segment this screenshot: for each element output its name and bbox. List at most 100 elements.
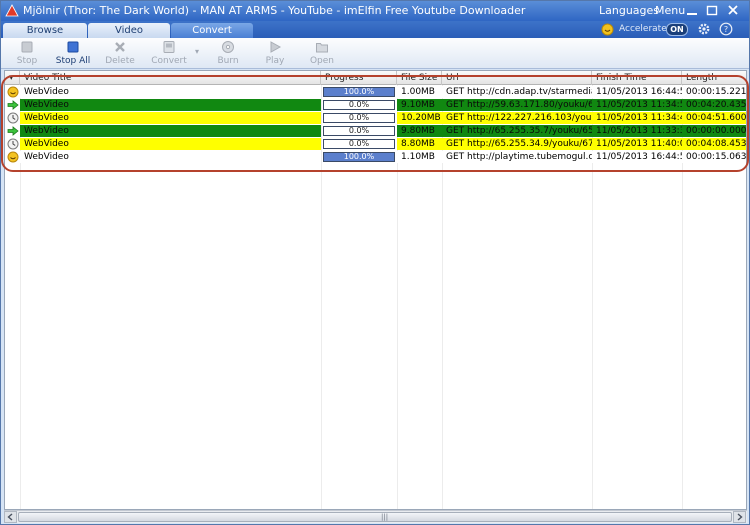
cell-video-title: WebVideo (20, 125, 321, 137)
convert-label: Convert (151, 56, 187, 66)
cell-file-size: 9.10MB (397, 99, 442, 111)
scroll-thumb[interactable]: ||| (18, 512, 732, 522)
table-row[interactable]: WebVideo 100.0% 1.10MB GET http://playtim… (5, 151, 746, 163)
open-button[interactable]: Open (302, 40, 342, 68)
stop-all-button[interactable]: Stop All (53, 40, 93, 68)
smiley-done-icon (7, 86, 19, 98)
cell-url: GET http://122.227.216.103/youku/... (442, 112, 592, 124)
cell-file-size: 10.20MB (397, 112, 442, 124)
table-row[interactable]: WebVideo 0.0% 10.20MB GET http://122.227.… (5, 112, 746, 124)
cell-length: 00:04:51.600 (682, 112, 746, 124)
progress-bar: 0.0% (323, 100, 395, 110)
play-label: Play (265, 56, 285, 66)
cell-video-title: WebVideo (20, 138, 321, 150)
tab-video[interactable]: Video (88, 23, 170, 38)
header-file-size[interactable]: File Size (397, 71, 442, 85)
cell-finish-time: 11/05/2013 11:34:42 (592, 112, 682, 124)
header-url[interactable]: Url (442, 71, 592, 85)
progress-bar: 0.0% (323, 113, 395, 123)
green-arrow-icon (7, 126, 19, 136)
open-label: Open (309, 56, 335, 66)
title-bar: Mjölnir (Thor: The Dark World) - MAN AT … (1, 1, 749, 21)
close-icon[interactable] (725, 3, 741, 18)
progress-text: 0.0% (348, 113, 370, 122)
arrow-right-icon (737, 513, 743, 521)
maximize-icon[interactable] (704, 3, 720, 18)
cell-url: GET http://59.63.171.80/youku/677... (442, 99, 592, 111)
arrow-left-icon (7, 513, 13, 521)
progress-text: 100.0% (343, 152, 375, 161)
table-row[interactable]: WebVideo 0.0% 9.80MB GET http://65.255.35… (5, 125, 746, 137)
cell-url: GET http://65.255.35.7/youku/6572... (442, 125, 592, 137)
gear-icon[interactable] (697, 22, 711, 36)
cell-file-size: 1.00MB (397, 86, 442, 98)
tab-strip: Browse Video Convert Accelerate ON ? (1, 21, 749, 38)
delete-icon (115, 42, 125, 52)
table-row[interactable]: WebVideo 100.0% 1.00MB GET http://cdn.ada… (5, 86, 746, 98)
progress-text: 0.0% (348, 126, 370, 135)
delete-button[interactable]: Delete (100, 40, 140, 68)
cell-finish-time: 11/05/2013 16:44:59 (592, 86, 682, 98)
cell-url: GET http://playtime.tubemogul.com/... (442, 151, 592, 163)
clock-icon (7, 138, 19, 150)
app-logo-icon (5, 4, 19, 17)
progress-text: 0.0% (348, 139, 370, 148)
accelerate-icon (601, 23, 614, 36)
cell-finish-time: 11/05/2013 16:44:58 (592, 151, 682, 163)
cell-video-title: WebVideo (20, 86, 321, 98)
play-button[interactable]: Play (255, 40, 295, 68)
burn-label: Burn (217, 56, 239, 66)
convert-dropdown-icon[interactable]: ▾ (195, 47, 199, 56)
cell-video-title: WebVideo (20, 151, 321, 163)
green-arrow-icon (7, 100, 19, 110)
toolbar: Stop Stop All Delete Convert ▾ Burn Play… (1, 38, 749, 69)
folder-icon (316, 43, 328, 53)
accelerate-label: Accelerate (619, 24, 667, 34)
progress-text: 0.0% (348, 100, 370, 109)
scroll-left-button[interactable] (4, 511, 17, 523)
header-finish-time[interactable]: Finish Time (592, 71, 682, 85)
cell-length: 00:04:08.453 (682, 138, 746, 150)
progress-text: 100.0% (343, 87, 375, 96)
main-menu[interactable]: Menu (655, 4, 685, 17)
cell-finish-time: 11/05/2013 11:34:51 (592, 99, 682, 111)
languages-menu[interactable]: Languages (599, 4, 659, 17)
play-icon (270, 41, 282, 53)
cell-file-size: 1.10MB (397, 151, 442, 163)
stop-icon (21, 41, 33, 53)
header-video-title[interactable]: Video Title (20, 71, 321, 85)
header-length[interactable]: Length (682, 71, 746, 85)
tab-browse[interactable]: Browse (3, 23, 87, 38)
accelerate-toggle[interactable]: ON (666, 23, 688, 36)
burn-button[interactable]: Burn (208, 40, 248, 68)
minimize-icon[interactable] (684, 3, 700, 18)
scroll-right-button[interactable] (733, 511, 746, 523)
table-row[interactable]: WebVideo 0.0% 8.80MB GET http://65.255.34… (5, 138, 746, 150)
cell-finish-time: 11/05/2013 11:33:31 (592, 125, 682, 137)
delete-label: Delete (105, 56, 135, 66)
header-status-sort[interactable]: ▾ (5, 71, 20, 85)
help-icon[interactable]: ? (719, 22, 733, 36)
cell-url: GET http://cdn.adap.tv/starmedia/2... (442, 86, 592, 98)
cell-video-title: WebVideo (20, 99, 321, 111)
table-row[interactable]: WebVideo 0.0% 9.10MB GET http://59.63.171… (5, 99, 746, 111)
downloads-table: ▾ Video Title Progress File Size Url Fin… (4, 70, 747, 510)
cell-length: 00:04:20.435 (682, 99, 746, 111)
stop-button[interactable]: Stop (7, 40, 47, 68)
stop-all-icon (67, 41, 79, 53)
progress-bar: 0.0% (323, 139, 395, 149)
progress-bar: 100.0% (323, 87, 395, 97)
svg-text:?: ? (724, 25, 728, 34)
header-progress[interactable]: Progress (321, 71, 397, 85)
convert-button[interactable]: Convert (149, 40, 189, 68)
cell-finish-time: 11/05/2013 11:40:05 (592, 138, 682, 150)
cell-length: 00:00:00.000 (682, 125, 746, 137)
stop-all-label: Stop All (55, 56, 91, 66)
window-title: Mjölnir (Thor: The Dark World) - MAN AT … (23, 4, 526, 17)
cell-file-size: 8.80MB (397, 138, 442, 150)
app-window: Mjölnir (Thor: The Dark World) - MAN AT … (0, 0, 750, 525)
tab-convert[interactable]: Convert (171, 23, 253, 38)
table-header: ▾ Video Title Progress File Size Url Fin… (5, 71, 746, 85)
stop-label: Stop (16, 56, 38, 66)
horizontal-scrollbar[interactable]: ||| (4, 510, 747, 523)
